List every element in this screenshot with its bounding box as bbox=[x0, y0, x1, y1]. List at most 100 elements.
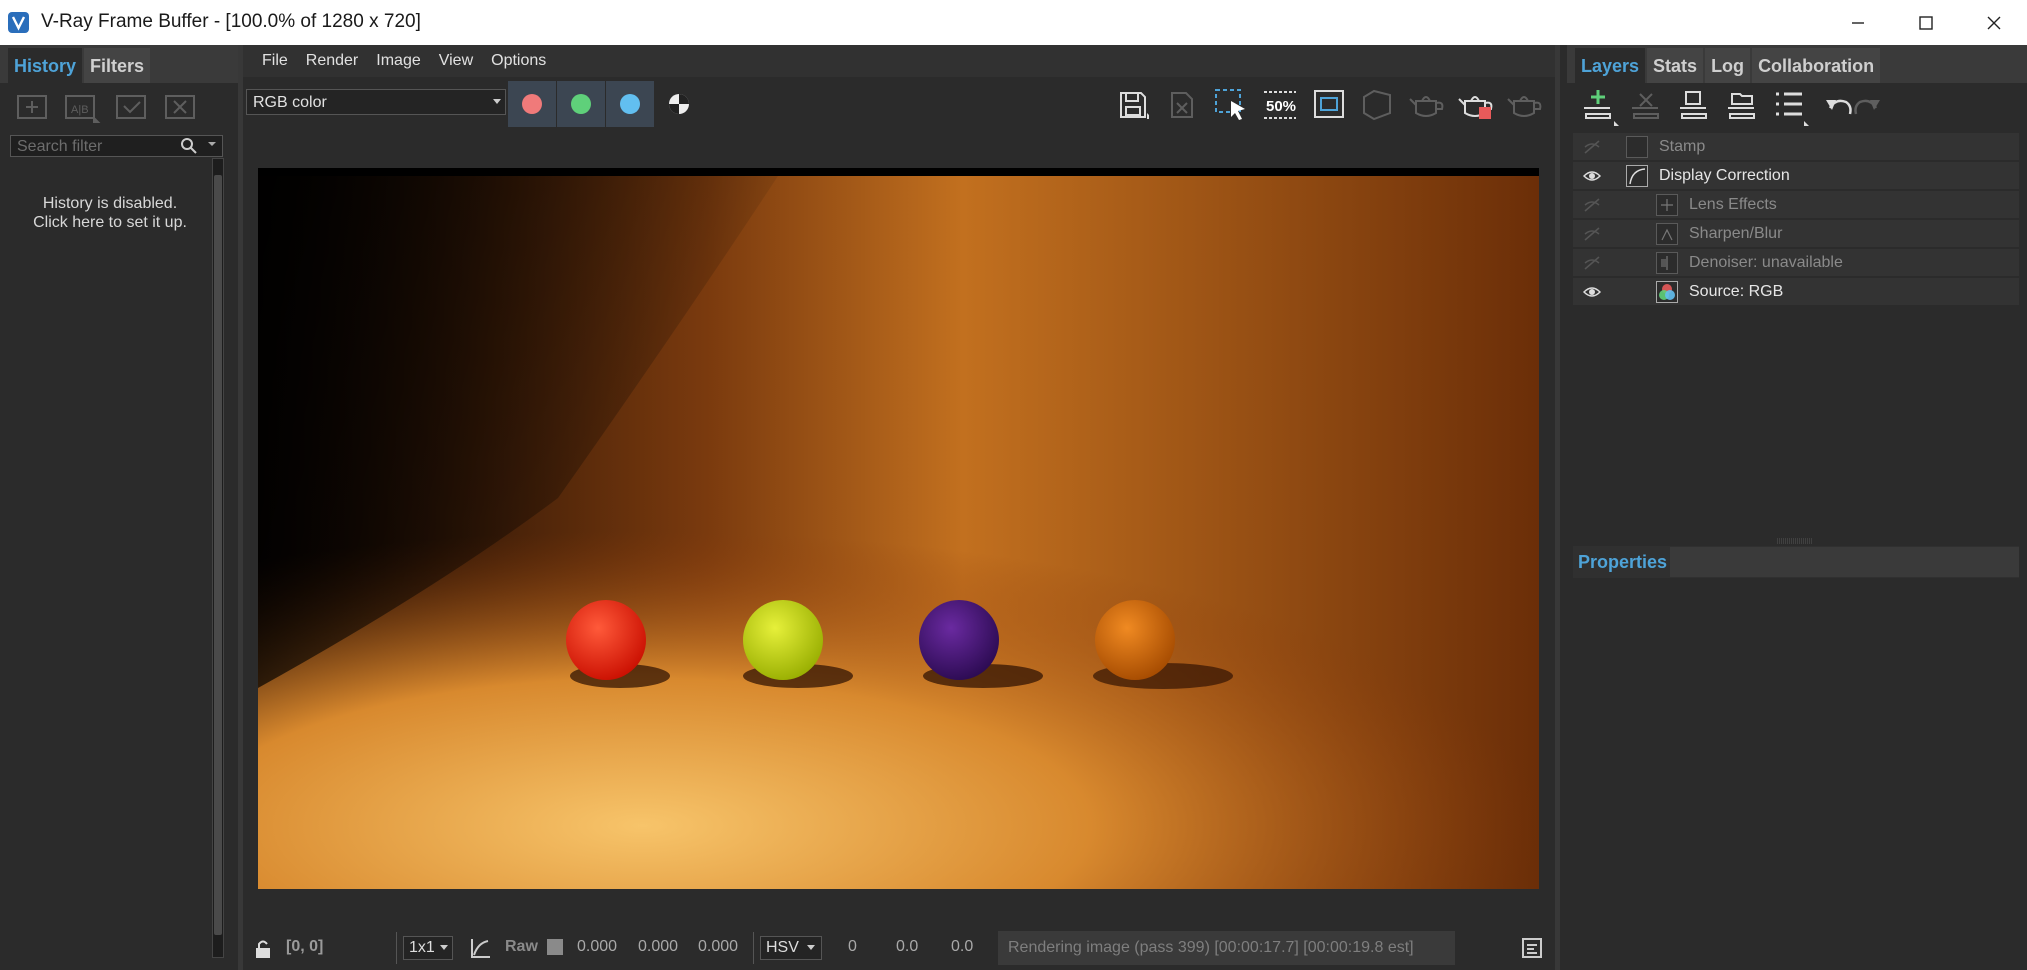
hidden-eye-icon[interactable] bbox=[1583, 197, 1601, 213]
visible-eye-icon[interactable] bbox=[1583, 168, 1601, 184]
layer-row-source-rgb[interactable]: Source: RGB bbox=[1573, 278, 2019, 306]
layer-row-lens-effects[interactable]: Lens Effects bbox=[1573, 191, 2019, 219]
chevron-down-icon bbox=[807, 945, 815, 950]
region-render-button[interactable] bbox=[1210, 84, 1252, 126]
menu-options[interactable]: Options bbox=[482, 52, 555, 70]
fit-frame-icon bbox=[1314, 90, 1344, 118]
render-interactive-button[interactable] bbox=[1406, 84, 1448, 126]
tab-history[interactable]: History bbox=[8, 48, 83, 83]
alpha-icon bbox=[669, 94, 689, 114]
layer-name: Source: RGB bbox=[1689, 283, 1784, 300]
history-message-line2: Click here to set it up. bbox=[33, 214, 187, 231]
hidden-eye-icon[interactable] bbox=[1583, 226, 1601, 242]
region-select-icon bbox=[1215, 89, 1245, 120]
history-toolbar: A|B bbox=[16, 92, 216, 126]
scrollbar-thumb[interactable] bbox=[214, 175, 222, 935]
red-dot-icon bbox=[522, 94, 542, 114]
menu-view[interactable]: View bbox=[430, 52, 482, 70]
menu-file[interactable]: File bbox=[253, 52, 297, 70]
tab-filters[interactable]: Filters bbox=[84, 48, 151, 83]
minimize-icon bbox=[1852, 21, 1864, 24]
history-delete-icon[interactable] bbox=[165, 95, 195, 119]
close-icon bbox=[1987, 16, 2001, 29]
toggle-log-button[interactable] bbox=[1522, 938, 1542, 958]
blue-channel-toggle[interactable] bbox=[606, 81, 654, 127]
close-window-button[interactable] bbox=[1960, 0, 2027, 45]
layer-row-sharpen-blur[interactable]: Sharpen/Blur bbox=[1573, 220, 2019, 248]
raw-label: Raw bbox=[505, 938, 538, 955]
stamp-icon bbox=[1626, 136, 1648, 158]
layer-name: Denoiser: unavailable bbox=[1689, 254, 1843, 271]
alpha-channel-toggle[interactable] bbox=[667, 92, 691, 116]
fit-window-button[interactable] bbox=[1308, 84, 1350, 126]
hidden-eye-icon[interactable] bbox=[1583, 255, 1601, 271]
sample-size-select[interactable]: 1x1 bbox=[403, 936, 453, 960]
left-panel: History Filters bbox=[0, 45, 238, 970]
pixel-color-swatch bbox=[547, 939, 563, 955]
teapot-render-icon bbox=[1507, 96, 1542, 117]
undo-icon[interactable] bbox=[1826, 99, 1852, 115]
add-layer-icon[interactable] bbox=[1584, 90, 1619, 126]
maximize-button[interactable] bbox=[1892, 0, 1960, 45]
track-mouse-icon bbox=[1363, 89, 1391, 121]
search-options-dropdown[interactable] bbox=[206, 138, 218, 150]
green-channel-toggle[interactable] bbox=[557, 81, 605, 127]
history-scrollbar[interactable] bbox=[212, 158, 224, 958]
left-tabstrip: History Filters bbox=[0, 45, 238, 83]
blue-value: 0.000 bbox=[698, 938, 739, 955]
delete-layer-icon[interactable] bbox=[1632, 93, 1659, 119]
red-value: 0.000 bbox=[577, 938, 618, 955]
save-image-button[interactable] bbox=[1112, 84, 1154, 126]
curve-icon bbox=[1626, 165, 1648, 187]
history-disabled-message[interactable]: History is disabled. Click here to set i… bbox=[10, 194, 210, 232]
tab-layers[interactable]: Layers bbox=[1575, 48, 1646, 83]
menu-render[interactable]: Render bbox=[297, 52, 367, 70]
divider bbox=[396, 932, 397, 964]
visible-eye-icon[interactable] bbox=[1583, 284, 1601, 300]
rendered-image bbox=[258, 168, 1539, 889]
stop-render-button[interactable] bbox=[1455, 84, 1497, 126]
tab-log[interactable]: Log bbox=[1705, 48, 1751, 83]
start-render-button[interactable] bbox=[1504, 84, 1546, 126]
layer-row-stamp[interactable]: Stamp bbox=[1573, 133, 2019, 161]
history-load-icon[interactable] bbox=[116, 95, 146, 119]
history-compare-icon[interactable]: A|B bbox=[65, 95, 101, 123]
render-status-message: Rendering image (pass 399) [00:00:17.7] … bbox=[998, 931, 1455, 965]
properties-splitter[interactable] bbox=[1775, 538, 1815, 544]
render-viewport[interactable] bbox=[258, 168, 1539, 889]
blue-dot-icon bbox=[620, 94, 640, 114]
properties-label: Properties bbox=[1578, 552, 1668, 572]
hidden-eye-icon[interactable] bbox=[1583, 139, 1601, 155]
layer-name: Lens Effects bbox=[1689, 196, 1777, 213]
curve-button[interactable] bbox=[470, 937, 492, 959]
lock-cursor-button[interactable] bbox=[253, 938, 273, 960]
red-channel-toggle[interactable] bbox=[508, 81, 556, 127]
menu-image[interactable]: Image bbox=[367, 52, 429, 70]
vray-logo-icon bbox=[8, 12, 29, 33]
color-space-select[interactable]: HSV bbox=[760, 936, 822, 960]
tab-stats[interactable]: Stats bbox=[1647, 48, 1704, 83]
menu-bar: File Render Image View Options bbox=[243, 45, 1555, 77]
right-splitter[interactable] bbox=[1555, 45, 1560, 970]
layer-list-icon[interactable] bbox=[1776, 92, 1809, 126]
track-mouse-button[interactable] bbox=[1357, 84, 1399, 126]
search-icon[interactable] bbox=[180, 137, 198, 155]
divider bbox=[753, 932, 754, 964]
brightness-value: 0.0 bbox=[951, 938, 974, 955]
load-layers-icon[interactable] bbox=[1728, 93, 1755, 119]
layer-row-denoiser[interactable]: Denoiser: unavailable bbox=[1573, 249, 2019, 277]
tab-collaboration[interactable]: Collaboration bbox=[1752, 48, 1881, 83]
saturation-value: 0.0 bbox=[896, 938, 919, 955]
redo-icon[interactable] bbox=[1854, 99, 1881, 115]
history-save-icon[interactable] bbox=[17, 95, 47, 119]
pixel-coords: [0, 0] bbox=[286, 938, 324, 955]
channel-select[interactable]: RGB color bbox=[246, 89, 506, 115]
lock-icon bbox=[256, 940, 270, 958]
clear-image-button[interactable] bbox=[1161, 84, 1203, 126]
minimize-button[interactable] bbox=[1824, 0, 1892, 45]
green-dot-icon bbox=[571, 94, 591, 114]
maximize-icon bbox=[1919, 15, 1933, 30]
layer-row-display-correction[interactable]: Display Correction bbox=[1573, 162, 2019, 190]
zoom-50-button[interactable]: 50% bbox=[1259, 84, 1301, 126]
save-layers-icon[interactable] bbox=[1680, 91, 1707, 119]
